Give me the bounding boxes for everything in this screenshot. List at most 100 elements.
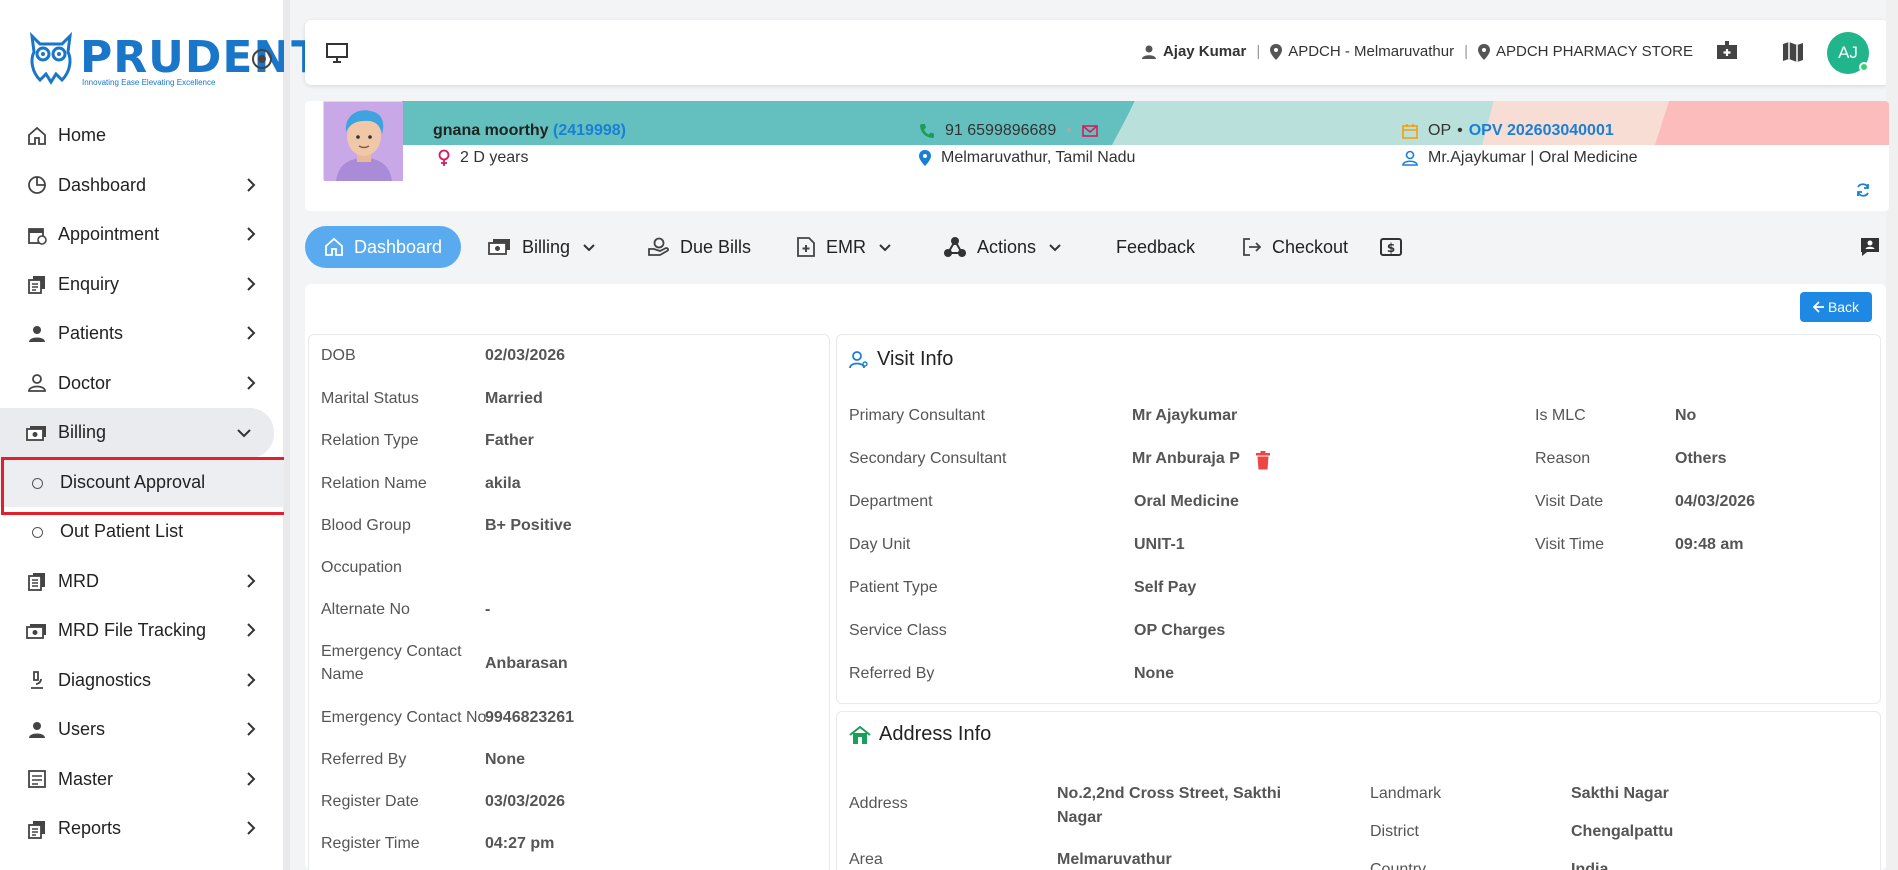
sidebar-subitem-out-patient-list[interactable]: Out Patient List <box>0 507 284 557</box>
chevron-right-icon <box>247 722 256 736</box>
sidebar-item-label: Enquiry <box>58 273 120 294</box>
visit-label: Department <box>849 493 933 510</box>
sidebar-item-label: Reports <box>58 818 122 839</box>
tab-checkout[interactable]: Checkout <box>1242 226 1348 268</box>
tab-dashboard[interactable]: Dashboard <box>305 226 461 268</box>
patient-tabs: Dashboard Billing Due Bills EMR Actions … <box>305 226 1889 268</box>
calendar-icon <box>1402 123 1418 139</box>
tab-due-bills[interactable]: Due Bills <box>648 226 751 268</box>
person-icon <box>1141 44 1157 60</box>
landmark-label: Landmark <box>1370 785 1442 802</box>
sidebar-item-master[interactable]: Master <box>0 755 284 805</box>
bullet-icon <box>32 527 43 538</box>
address-label: Address <box>849 795 908 812</box>
op-number[interactable]: OPV 202603040001 <box>1469 122 1614 140</box>
tab-actions[interactable]: Actions <box>943 226 1062 268</box>
chevron-down-icon <box>237 429 251 438</box>
branch-name: APDCH - Melmaruvathur <box>1288 43 1455 60</box>
patient-phone-row: 91 6599896689 • <box>919 122 1098 140</box>
visit-value: Oral Medicine <box>1134 493 1239 510</box>
online-status-icon <box>1859 62 1869 72</box>
tab-billing[interactable]: Billing <box>488 226 596 268</box>
owl-logo-icon <box>29 31 73 85</box>
sidebar-item-billing[interactable]: Billing <box>0 408 274 458</box>
patient-age: 2 D years <box>460 149 529 166</box>
detail-label: DOB <box>321 347 356 364</box>
visit-value: UNIT-1 <box>1134 536 1185 553</box>
personal-details-card: DOB 02/03/2026 Marital Status Married Re… <box>308 334 830 870</box>
delete-icon[interactable] <box>1255 451 1271 470</box>
visit-value: Self Pay <box>1134 579 1197 596</box>
visit-info-title: Visit Info <box>849 348 953 371</box>
patient-age-row: 2 D years <box>438 149 528 167</box>
visit-value: No <box>1675 407 1697 424</box>
network-icon <box>943 236 967 258</box>
tab-emr[interactable]: EMR <box>796 226 892 268</box>
female-icon <box>438 149 450 167</box>
avatar[interactable]: AJ <box>1827 32 1869 74</box>
patient-location: Melmaruvathur, Tamil Nadu <box>941 149 1136 166</box>
sidebar-item-label: Dashboard <box>58 174 147 195</box>
visit-label: Is MLC <box>1535 407 1586 424</box>
visit-label: Secondary Consultant <box>849 450 1007 467</box>
sidebar-scrollbar[interactable] <box>284 0 290 870</box>
district-label: District <box>1370 823 1419 840</box>
visit-value: 09:48 am <box>1675 536 1744 553</box>
sidebar-item-dashboard[interactable]: Dashboard <box>0 161 284 211</box>
detail-label: Register Time <box>321 835 420 852</box>
refresh-icon[interactable] <box>1855 182 1871 198</box>
sidebar-subitem-label: Out Patient List <box>60 521 184 542</box>
visit-label: Primary Consultant <box>849 407 986 424</box>
visit-user-icon <box>849 350 869 370</box>
sidebar-subitem-discount-approval[interactable]: Discount Approval <box>0 456 287 514</box>
person-icon <box>26 719 48 741</box>
sidebar-item-mrd[interactable]: MRD <box>0 557 284 607</box>
sidebar-item-enquiry[interactable]: Enquiry <box>0 260 284 310</box>
detail-label: Relation Type <box>321 432 419 449</box>
sidebar-item-diagnostics[interactable]: Diagnostics <box>0 656 284 706</box>
sidebar-item-doctor[interactable]: Doctor <box>0 359 284 409</box>
patient-name-row: gnana moorthy (2419998) <box>433 122 626 140</box>
sidebar-item-reports[interactable]: Reports <box>0 804 284 854</box>
document-icon <box>26 570 48 592</box>
sidebar-subitem-label: Discount Approval <box>60 471 206 492</box>
patient-location-row: Melmaruvathur, Tamil Nadu <box>919 149 1135 167</box>
sidebar-item-mrd-file-tracking[interactable]: MRD File Tracking <box>0 606 284 656</box>
location-pin-icon <box>919 150 931 166</box>
ambulance-icon[interactable] <box>1715 39 1741 63</box>
chat-icon[interactable] <box>1859 236 1881 258</box>
sidebar-item-label: Users <box>58 719 106 740</box>
user-context: Ajay Kumar | APDCH - Melmaruvathur | APD… <box>1141 43 1693 60</box>
sidebar-item-patients[interactable]: Patients <box>0 309 284 359</box>
op-visit-row: OP • OPV 202603040001 <box>1402 122 1614 140</box>
brand-logo[interactable]: PRUDENT Innovating Ease Elevating Excell… <box>26 30 321 90</box>
patient-id[interactable]: (2419998) <box>553 122 626 140</box>
landmark-value: Sakthi Nagar <box>1571 785 1669 802</box>
sidebar-item-home[interactable]: Home <box>0 111 284 161</box>
map-icon[interactable] <box>1781 40 1805 64</box>
sidebar-toggle-icon[interactable] <box>252 49 272 69</box>
visit-info-card: Visit Info Primary Consultant Mr Ajaykum… <box>836 334 1881 704</box>
dollar-icon: $ <box>1379 237 1403 257</box>
visit-label: Reason <box>1535 450 1591 467</box>
dollar-bill-button[interactable]: $ <box>1379 226 1403 268</box>
mail-icon[interactable] <box>1082 125 1098 137</box>
back-button[interactable]: Back <box>1800 292 1872 322</box>
country-value: India <box>1571 861 1609 870</box>
chevron-down-icon <box>582 243 596 252</box>
monitor-icon[interactable] <box>325 42 349 64</box>
sidebar-item-appointment[interactable]: Appointment <box>0 210 284 260</box>
detail-value: Married <box>485 390 543 407</box>
patient-photo[interactable] <box>323 101 403 181</box>
visit-label: Day Unit <box>849 536 911 553</box>
house-icon <box>849 725 871 745</box>
brand-tagline: Innovating Ease Elevating Excellence <box>82 78 216 87</box>
visit-value: Mr Anburaja P <box>1132 450 1240 467</box>
detail-value: 9946823261 <box>485 709 574 726</box>
sidebar-item-label: Master <box>58 768 114 789</box>
chevron-right-icon <box>247 326 256 340</box>
tab-label: EMR <box>826 236 866 257</box>
main-content: Back DOB 02/03/2026 Marital Status Marri… <box>305 284 1886 870</box>
tab-feedback[interactable]: Feedback <box>1116 226 1195 268</box>
sidebar-item-users[interactable]: Users <box>0 705 284 755</box>
